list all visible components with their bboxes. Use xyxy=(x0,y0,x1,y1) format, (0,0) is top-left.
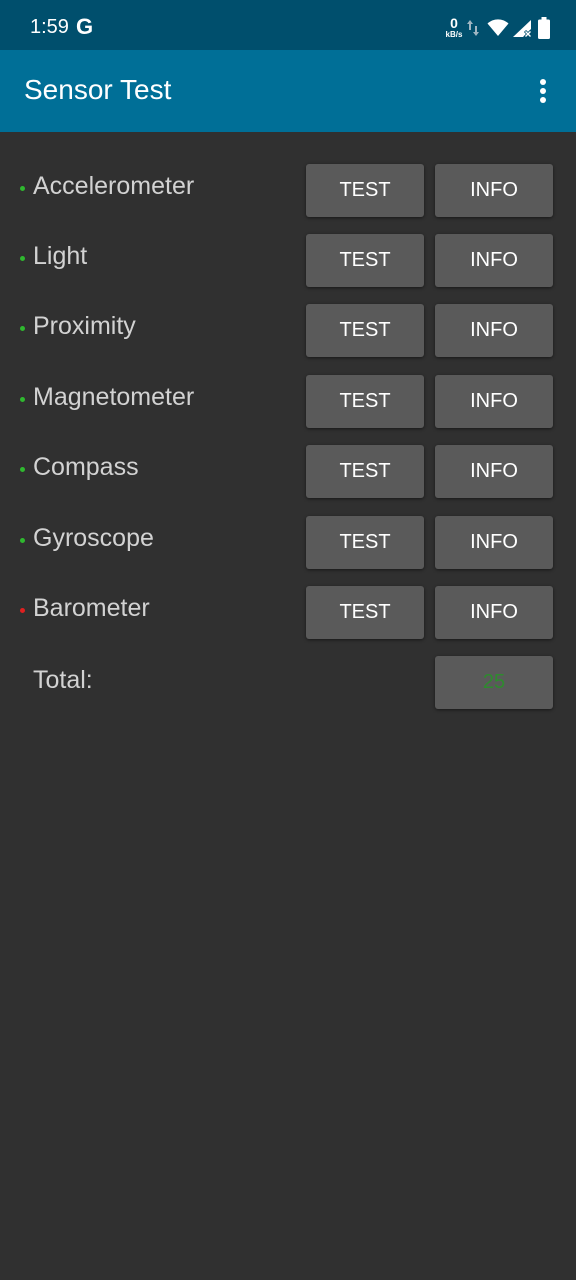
status-indicator-dot xyxy=(20,256,25,261)
status-indicator-dot xyxy=(20,186,25,191)
sensor-row-compass: Compass TEST INFO xyxy=(0,445,576,501)
info-button[interactable]: INFO xyxy=(435,516,553,569)
info-button[interactable]: INFO xyxy=(435,586,553,639)
status-indicator-dot xyxy=(20,608,25,613)
test-button[interactable]: TEST xyxy=(306,586,424,639)
status-time: 1:59 xyxy=(30,16,69,38)
info-button[interactable]: INFO xyxy=(435,375,553,428)
total-row: Total: 25 xyxy=(0,656,576,712)
app-bar: Sensor Test xyxy=(0,50,576,132)
menu-dot xyxy=(540,79,546,85)
app-title: Sensor Test xyxy=(24,74,172,105)
sensor-name: Accelerometer xyxy=(33,172,195,200)
sensor-name: Proximity xyxy=(33,312,136,340)
test-button[interactable]: TEST xyxy=(306,234,424,287)
sensor-name: Magnetometer xyxy=(33,383,195,411)
menu-dot xyxy=(540,97,546,103)
sensor-row-light: Light TEST INFO xyxy=(0,234,576,290)
status-indicator-dot xyxy=(20,467,25,472)
test-button[interactable]: TEST xyxy=(306,164,424,217)
network-speed-unit: kB/s xyxy=(445,30,463,39)
sensor-name: Light xyxy=(33,242,88,270)
status-indicator-dot xyxy=(20,538,25,543)
wifi-icon xyxy=(487,19,509,36)
sensor-row-gyroscope: Gyroscope TEST INFO xyxy=(0,516,576,572)
menu-dot xyxy=(540,88,546,94)
info-button[interactable]: INFO xyxy=(435,304,553,357)
total-value-box: 25 xyxy=(435,656,553,709)
status-indicator-dot xyxy=(20,326,25,331)
test-button[interactable]: TEST xyxy=(306,304,424,357)
sensor-name: Gyroscope xyxy=(33,524,154,552)
status-indicator-dot xyxy=(20,397,25,402)
sensor-name: Barometer xyxy=(33,594,150,622)
data-arrows-icon xyxy=(467,20,479,36)
sensor-row-magnetometer: Magnetometer TEST INFO xyxy=(0,375,576,431)
sensor-row-barometer: Barometer TEST INFO xyxy=(0,586,576,642)
signal-icon xyxy=(513,20,532,38)
sensor-row-accelerometer: Accelerometer TEST INFO xyxy=(0,164,576,220)
network-speed: 0 kB/s xyxy=(444,16,464,39)
total-label: Total: xyxy=(33,666,93,694)
test-button[interactable]: TEST xyxy=(306,375,424,428)
info-button[interactable]: INFO xyxy=(435,234,553,287)
sensor-name: Compass xyxy=(33,453,139,481)
total-value: 25 xyxy=(482,671,506,693)
google-g-icon: G xyxy=(76,14,94,39)
overflow-menu-icon[interactable] xyxy=(532,76,554,106)
sensor-row-proximity: Proximity TEST INFO xyxy=(0,304,576,360)
test-button[interactable]: TEST xyxy=(306,445,424,498)
info-button[interactable]: INFO xyxy=(435,445,553,498)
battery-icon xyxy=(538,17,550,39)
status-bar: 1:59 G 0 kB/s xyxy=(0,0,576,50)
network-speed-value: 0 xyxy=(450,15,458,31)
test-button[interactable]: TEST xyxy=(306,516,424,569)
info-button[interactable]: INFO xyxy=(435,164,553,217)
